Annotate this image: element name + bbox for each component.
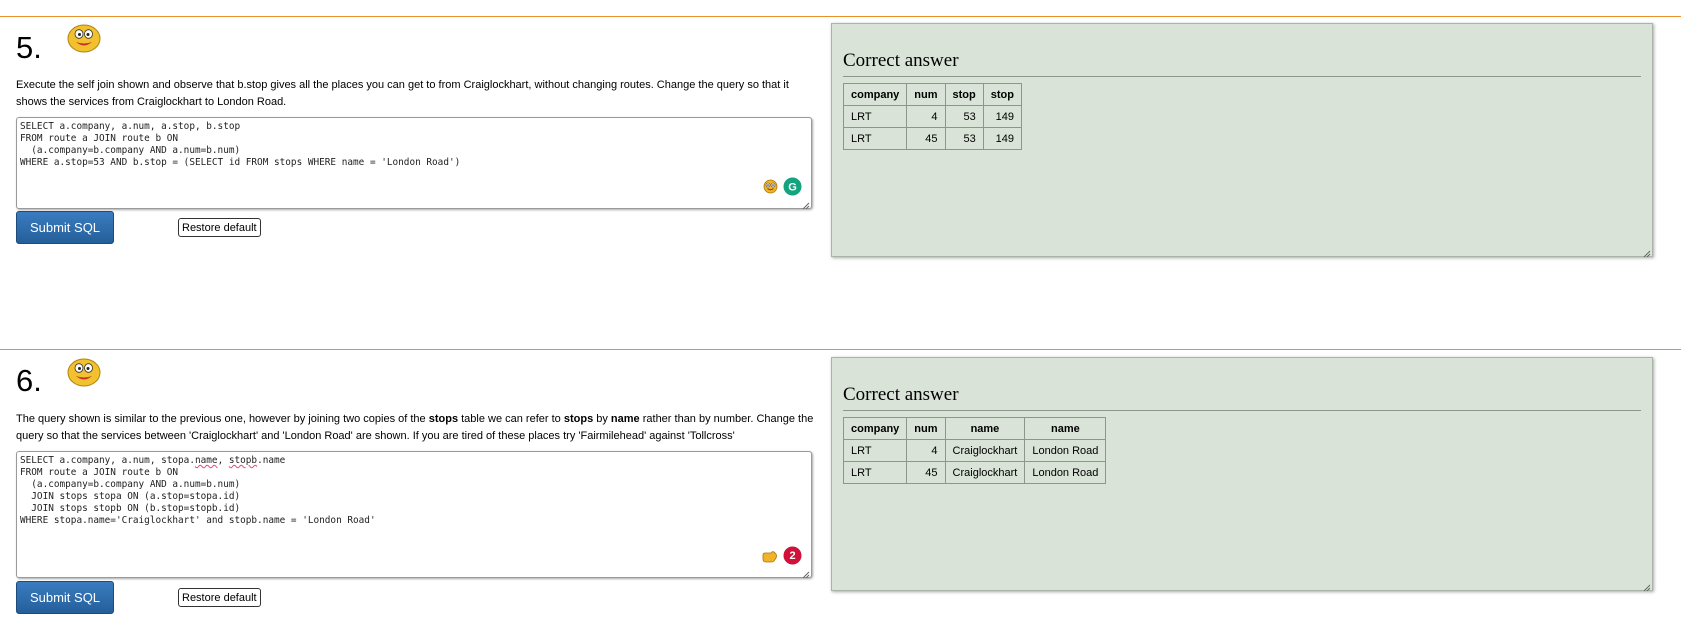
smiley-face-icon <box>67 358 101 392</box>
table-cell: LRT <box>842 127 908 150</box>
answer-heading: Correct answer <box>843 384 959 405</box>
column-header: stop <box>944 83 984 106</box>
code-text: .name <box>257 455 286 466</box>
restore-default-button[interactable]: Restore default <box>178 218 261 237</box>
question-number-5: 5. <box>16 30 42 65</box>
code-line: (a.company=b.company AND a.num=b.num) <box>20 479 241 490</box>
section-separator-5 <box>0 16 1681 17</box>
answer-panel-5: Correct answer company num stop stop LRT… <box>831 23 1653 258</box>
submit-sql-button[interactable]: Submit SQL <box>16 211 114 244</box>
desc-text: The query shown is similar to the previo… <box>16 413 429 425</box>
sql-editor-5[interactable]: SELECT a.company, a.num, a.stop, b.stop F… <box>16 117 812 210</box>
table-cell: London Road <box>1024 439 1107 462</box>
desc-text: by <box>593 413 611 425</box>
table-cell: Craiglockhart <box>944 461 1026 484</box>
desc-bold: name <box>610 413 640 425</box>
table-cell: LRT <box>842 439 908 462</box>
column-header: company <box>842 83 908 106</box>
heading-rule <box>843 410 1641 411</box>
table-cell: LRT <box>842 105 908 128</box>
smiley-face-icon <box>67 24 101 58</box>
table-cell: 45 <box>906 127 946 150</box>
resize-grip-icon[interactable] <box>1641 579 1651 592</box>
column-header: num <box>906 417 946 440</box>
desc-bold: stops <box>563 413 594 425</box>
section-separator-6 <box>0 349 1681 350</box>
code-line: WHERE a.stop=53 AND b.stop = (SELECT id … <box>20 157 461 168</box>
column-header: name <box>1024 417 1107 440</box>
answer-table-6: company num name name LRT 4 Craiglockhar… <box>842 417 1107 484</box>
question-description-5: Execute the self join shown and observe … <box>16 79 789 108</box>
table-cell: 53 <box>944 105 984 128</box>
column-header: stop <box>982 83 1023 106</box>
table-cell: London Road <box>1024 461 1107 484</box>
table-cell: 4 <box>906 439 946 462</box>
emoji-face-icon[interactable] <box>763 179 778 199</box>
desc-bold: stops <box>428 413 459 425</box>
code-text: , <box>217 455 229 466</box>
svg-text:G: G <box>788 182 797 194</box>
table-header-row: company num name name <box>842 417 1107 440</box>
resize-grip-icon[interactable] <box>800 566 810 579</box>
code-line: JOIN stops stopb ON (b.stop=stopb.id) <box>20 503 241 514</box>
heading-rule <box>843 76 1641 77</box>
code-text: SELECT a.company, a.num, stopa. <box>20 455 195 466</box>
table-cell: 45 <box>906 461 946 484</box>
sql-code-6[interactable]: SELECT a.company, a.num, stopa.name, sto… <box>17 452 811 530</box>
resize-grip-icon[interactable] <box>1641 245 1651 258</box>
spelling-error[interactable]: stopb <box>229 455 257 466</box>
table-cell: 149 <box>982 127 1023 150</box>
code-line: SELECT a.company, a.num, stopa.name, sto… <box>20 455 808 467</box>
table-row: LRT 4 Craiglockhart London Road <box>842 439 1107 462</box>
table-cell: 149 <box>982 105 1023 128</box>
column-header: num <box>906 83 946 106</box>
table-header-row: company num stop stop <box>842 83 1023 106</box>
table-cell: 53 <box>944 127 984 150</box>
resize-grip-icon[interactable] <box>800 197 810 210</box>
code-line: JOIN stops stopa ON (a.stop=stopa.id) <box>20 491 241 502</box>
answer-heading: Correct answer <box>843 50 959 71</box>
sql-editor-6[interactable]: SELECT a.company, a.num, stopa.name, sto… <box>16 451 812 579</box>
code-line: FROM route a JOIN route b ON <box>20 467 179 478</box>
table-cell: 4 <box>906 105 946 128</box>
pointing-hand-icon[interactable] <box>762 550 778 568</box>
restore-default-button[interactable]: Restore default <box>178 588 261 607</box>
code-line: WHERE stopa.name='Craiglockhart' and sto… <box>20 515 376 526</box>
answer-panel-6: Correct answer company num name name LRT… <box>831 357 1653 592</box>
code-line: (a.company=b.company AND a.num=b.num) <box>20 145 241 156</box>
column-header: name <box>944 417 1026 440</box>
table-row: LRT 45 Craiglockhart London Road <box>842 461 1107 484</box>
question-number-6: 6. <box>16 363 42 398</box>
sql-code-5[interactable]: SELECT a.company, a.num, a.stop, b.stop F… <box>17 118 811 172</box>
table-cell: Craiglockhart <box>944 439 1026 462</box>
spelling-error[interactable]: name <box>195 455 218 466</box>
code-line: FROM route a JOIN route b ON <box>20 133 179 144</box>
answer-table-5: company num stop stop LRT 4 53 149 LRT 4… <box>842 83 1023 150</box>
table-cell: LRT <box>842 461 908 484</box>
desc-text: table we can refer to <box>458 413 564 425</box>
submit-sql-button[interactable]: Submit SQL <box>16 581 114 614</box>
code-line: SELECT a.company, a.num, a.stop, b.stop <box>20 121 241 132</box>
table-row: LRT 4 53 149 <box>842 105 1023 128</box>
table-row: LRT 45 53 149 <box>842 127 1023 150</box>
error-count: 2 <box>789 549 796 562</box>
question-description-6: The query shown is similar to the previo… <box>16 411 816 445</box>
column-header: company <box>842 417 908 440</box>
